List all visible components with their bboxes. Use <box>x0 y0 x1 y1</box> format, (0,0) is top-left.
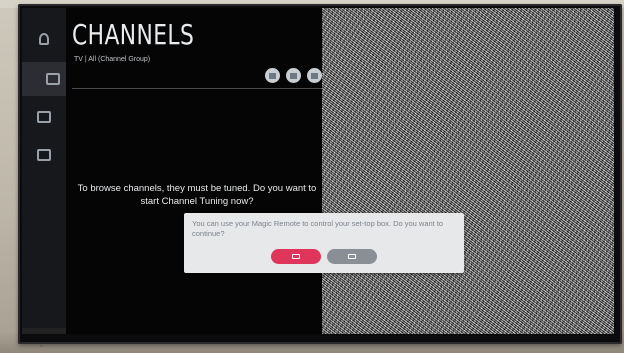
header-divider <box>72 88 322 89</box>
panel-toolbar <box>265 68 322 83</box>
dialog-ok-button[interactable] <box>271 249 321 264</box>
rail-item-profile[interactable] <box>22 22 66 56</box>
tv-screen: CHANNELS TV | All (Channel Group) To bro… <box>22 8 614 334</box>
rail-item-guide[interactable] <box>22 100 66 134</box>
magic-remote-dialog: You can use your Magic Remote to control… <box>184 213 464 273</box>
grid-icon <box>311 72 318 79</box>
cancel-icon <box>348 254 356 259</box>
rail-item-media[interactable] <box>22 138 66 172</box>
dialog-message: You can use your Magic Remote to control… <box>192 219 444 238</box>
toolbar-grid-button[interactable] <box>307 68 322 83</box>
power-led <box>40 344 43 347</box>
user-icon <box>39 33 49 45</box>
tv-icon <box>269 72 276 79</box>
channel-group-label: TV | All (Channel Group) <box>74 56 151 63</box>
tv-icon <box>46 73 60 85</box>
page-title: CHANNELS <box>72 18 195 51</box>
media-icon <box>37 149 51 161</box>
tuning-message: To browse channels, they must be tuned. … <box>77 183 317 207</box>
tv-static-noise <box>322 8 614 334</box>
toolbar-tv-button[interactable] <box>265 68 280 83</box>
dialog-buttons <box>184 249 464 264</box>
toolbar-list-button[interactable] <box>286 68 301 83</box>
monitor-icon <box>37 111 51 123</box>
channels-panel: CHANNELS TV | All (Channel Group) To bro… <box>66 8 322 334</box>
dialog-cancel-button[interactable] <box>327 249 377 264</box>
ok-icon <box>292 254 300 259</box>
list-icon <box>290 72 297 79</box>
